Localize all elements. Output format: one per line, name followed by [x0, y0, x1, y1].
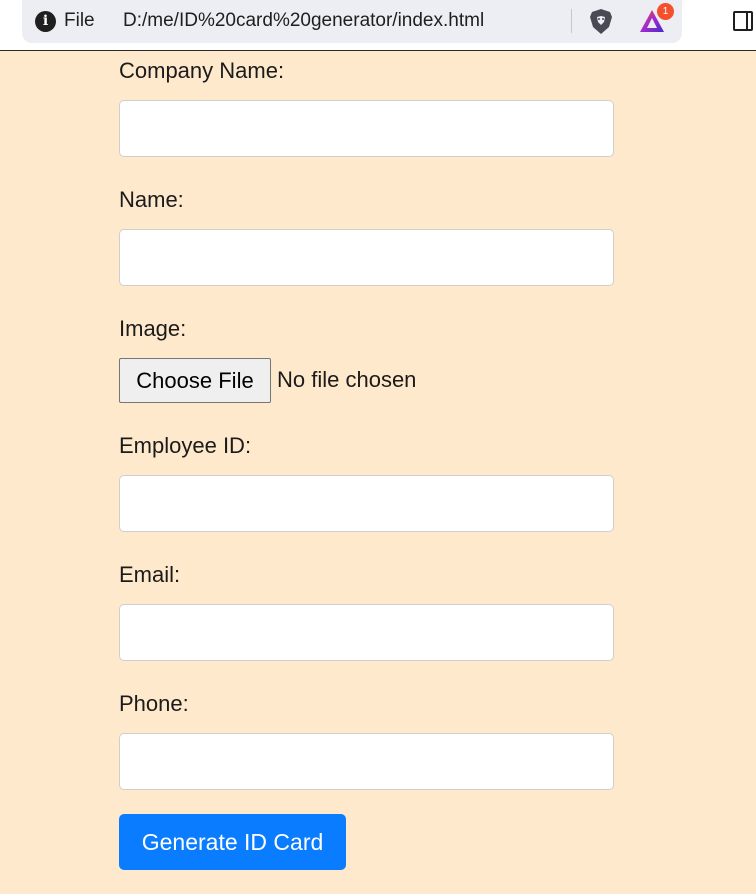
- email-label: Email:: [119, 562, 181, 587]
- employee-id-input[interactable]: [119, 475, 614, 532]
- info-icon[interactable]: i: [35, 11, 56, 32]
- employee-id-label: Employee ID:: [119, 433, 252, 458]
- sidebar-toggle-icon[interactable]: [733, 11, 753, 31]
- file-status-text: No file chosen: [277, 367, 417, 392]
- browser-toolbar: i File D:/me/ID%20card%20generator/index…: [0, 0, 756, 51]
- image-label: Image:: [119, 316, 187, 341]
- phone-input[interactable]: [119, 733, 614, 790]
- toolbar-divider: [571, 9, 572, 33]
- generate-id-card-button[interactable]: Generate ID Card: [119, 814, 346, 870]
- name-input[interactable]: [119, 229, 614, 286]
- choose-file-button[interactable]: Choose File: [119, 358, 271, 403]
- email-input[interactable]: [119, 604, 614, 661]
- brave-shield-icon[interactable]: [588, 8, 614, 35]
- image-file-input[interactable]: Choose File No file chosen: [119, 358, 614, 403]
- company-name-input[interactable]: [119, 100, 614, 157]
- phone-label: Phone:: [119, 691, 189, 716]
- url-scheme-label: File: [64, 10, 95, 31]
- company-name-label: Company Name:: [119, 58, 285, 83]
- name-label: Name:: [119, 187, 184, 212]
- url-text[interactable]: D:/me/ID%20card%20generator/index.html: [123, 10, 484, 32]
- rewards-badge: 1: [657, 3, 674, 20]
